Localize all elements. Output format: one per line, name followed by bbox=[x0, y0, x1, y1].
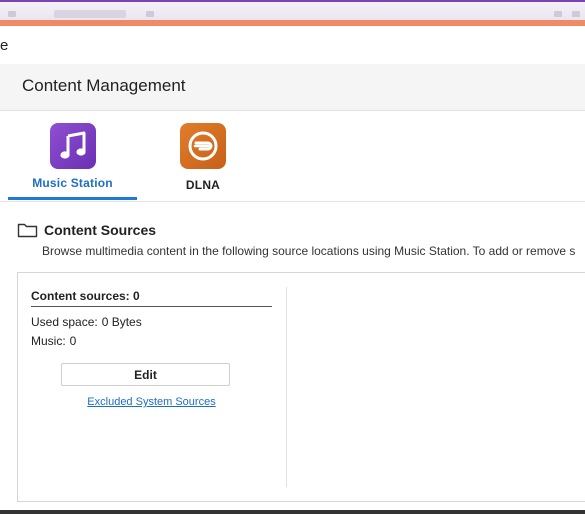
folder-icon bbox=[17, 223, 38, 238]
app-tabs: Music Station DLNA bbox=[0, 111, 585, 202]
section-description: Browse multimedia content in the followi… bbox=[42, 244, 576, 258]
tab-dlna[interactable]: DLNA bbox=[148, 111, 258, 200]
tab-music-station[interactable]: Music Station bbox=[8, 111, 137, 200]
bottom-border bbox=[0, 510, 585, 514]
edit-button[interactable]: Edit bbox=[61, 363, 230, 386]
chrome-icon bbox=[146, 11, 154, 17]
used-space-stat: Used space: 0 Bytes bbox=[31, 315, 142, 329]
used-space-value: 0 Bytes bbox=[101, 315, 142, 329]
section-title: Content Sources bbox=[44, 222, 157, 238]
browser-tab[interactable] bbox=[54, 10, 126, 18]
page-title: Content Management bbox=[22, 76, 186, 95]
chrome-icon bbox=[8, 11, 16, 17]
chrome-icon bbox=[554, 11, 562, 17]
tab-label: DLNA bbox=[185, 178, 221, 192]
dlna-icon bbox=[180, 123, 226, 169]
music-note-icon bbox=[49, 123, 96, 169]
section-header: Content Sources bbox=[17, 221, 156, 239]
excluded-system-sources-link[interactable]: Excluded System Sources bbox=[31, 396, 272, 408]
chrome-icon bbox=[572, 11, 580, 17]
window-chrome bbox=[0, 0, 585, 22]
content-sources-count: Content sources: 0 bbox=[31, 289, 272, 307]
active-tab-indicator bbox=[8, 197, 137, 200]
accent-line bbox=[0, 20, 585, 26]
window-title: e bbox=[0, 37, 9, 54]
page-header: Content Management bbox=[0, 64, 585, 111]
music-stat: Music: 0 bbox=[31, 334, 76, 348]
panel-divider bbox=[286, 287, 287, 487]
music-value: 0 bbox=[69, 334, 77, 348]
used-space-label: Used space: bbox=[31, 315, 98, 329]
tab-label: Music Station bbox=[32, 176, 113, 190]
content-sources-panel: Content sources: 0 Used space: 0 Bytes Mu… bbox=[17, 272, 585, 502]
music-label: Music: bbox=[31, 334, 66, 348]
